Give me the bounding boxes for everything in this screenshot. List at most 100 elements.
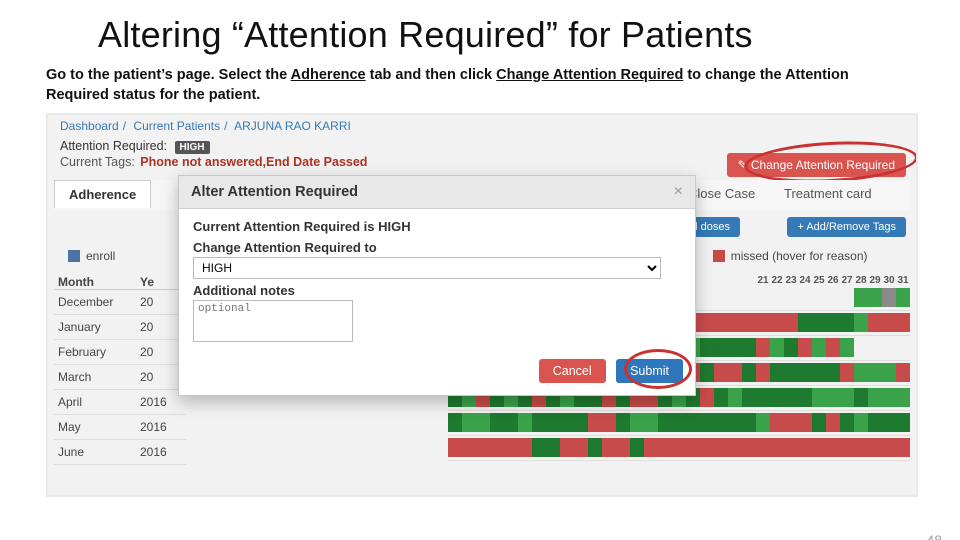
modal-title: Alter Attention Required xyxy=(191,184,358,200)
calendar-cell xyxy=(728,363,742,382)
calendar-cell xyxy=(602,438,616,457)
notes-textarea[interactable] xyxy=(193,300,353,342)
calendar-cell xyxy=(826,388,840,407)
calendar-cell xyxy=(714,313,728,332)
breadcrumb-item[interactable]: Current Patients xyxy=(133,119,220,133)
calendar-cell xyxy=(812,413,826,432)
calendar-cell xyxy=(714,438,728,457)
calendar-cell xyxy=(756,388,770,407)
calendar-cell xyxy=(742,388,756,407)
calendar-cell xyxy=(728,413,742,432)
tab-treatment-card[interactable]: Treatment card xyxy=(770,180,886,207)
calendar-cell xyxy=(756,413,770,432)
modal-change-label: Change Attention Required to xyxy=(193,240,681,255)
calendar-cell xyxy=(812,288,826,307)
calendar-cell xyxy=(798,313,812,332)
calendar-cell xyxy=(770,338,784,357)
calendar-cell xyxy=(854,363,868,382)
calendar-cell xyxy=(770,388,784,407)
calendar-cell xyxy=(672,438,686,457)
calendar-cell xyxy=(868,413,882,432)
calendar-cell xyxy=(658,413,672,432)
modal-body: Current Attention Required is HIGH Chang… xyxy=(179,209,695,351)
calendar-cell xyxy=(882,338,896,357)
calendar-cell xyxy=(868,388,882,407)
calendar-cell xyxy=(826,338,840,357)
alter-attention-modal: Alter Attention Required × Current Atten… xyxy=(178,175,696,396)
calendar-cell xyxy=(490,438,504,457)
breadcrumb: Dashboard/ Current Patients/ ARJUNA RAO … xyxy=(60,119,351,133)
calendar-cell xyxy=(686,413,700,432)
status-badge: HIGH xyxy=(175,141,210,154)
submit-button[interactable]: Submit xyxy=(616,359,683,383)
instr-link-change: Change Attention Required xyxy=(496,67,683,83)
calendar-cell xyxy=(462,413,476,432)
calendar-cell xyxy=(476,413,490,432)
calendar-cell xyxy=(854,388,868,407)
modal-footer: Cancel Submit xyxy=(179,351,695,395)
cancel-button[interactable]: Cancel xyxy=(539,359,606,383)
close-icon[interactable]: × xyxy=(674,183,683,201)
calendar-cell xyxy=(588,438,602,457)
current-tags: Current Tags: Phone not answered,End Dat… xyxy=(60,155,367,169)
calendar-cell xyxy=(840,413,854,432)
calendar-cell xyxy=(798,413,812,432)
calendar-cell xyxy=(714,338,728,357)
legend-swatch-missed xyxy=(713,250,725,262)
add-remove-tags-button[interactable]: + Add/Remove Tags xyxy=(787,217,906,237)
calendar-cell xyxy=(756,288,770,307)
calendar-cell xyxy=(798,363,812,382)
calendar-cell xyxy=(770,438,784,457)
calendar-cell xyxy=(756,438,770,457)
calendar-cell xyxy=(546,438,560,457)
calendar-cell xyxy=(658,438,672,457)
status-label: Attention Required: xyxy=(60,139,167,153)
calendar-cell xyxy=(532,438,546,457)
calendar-cell xyxy=(504,438,518,457)
legend-swatch-enroll xyxy=(68,250,80,262)
tags-label: Current Tags: xyxy=(60,155,135,169)
calendar-cell xyxy=(798,288,812,307)
calendar-cell xyxy=(840,338,854,357)
calendar-cell xyxy=(616,438,630,457)
calendar-cell xyxy=(700,288,714,307)
attention-select[interactable]: HIGH xyxy=(193,257,661,279)
calendar-cell xyxy=(840,388,854,407)
breadcrumb-item[interactable]: ARJUNA RAO KARRI xyxy=(234,119,351,133)
calendar-cell xyxy=(868,338,882,357)
calendar-cell xyxy=(532,413,546,432)
calendar-cell xyxy=(742,288,756,307)
calendar-cell xyxy=(826,438,840,457)
calendar-cell xyxy=(728,338,742,357)
calendar-cell xyxy=(868,438,882,457)
calendar-cell xyxy=(882,413,896,432)
change-attention-button[interactable]: ✎ Change Attention Required xyxy=(727,153,907,177)
modal-header: Alter Attention Required × xyxy=(179,176,695,209)
calendar-cell xyxy=(756,313,770,332)
calendar-cell xyxy=(756,338,770,357)
table-row: December20 xyxy=(54,290,186,315)
calendar-cell xyxy=(602,413,616,432)
table-row: March20 xyxy=(54,365,186,390)
calendar-cell xyxy=(742,438,756,457)
plus-icon: + xyxy=(797,221,806,233)
breadcrumb-item[interactable]: Dashboard xyxy=(60,119,119,133)
instr-link-adherence: Adherence xyxy=(291,67,366,83)
calendar-cell xyxy=(448,413,462,432)
button-label: Change Attention Required xyxy=(751,158,895,172)
calendar-cell xyxy=(714,388,728,407)
calendar-cell xyxy=(896,438,910,457)
calendar-cell xyxy=(714,288,728,307)
legend-label: enroll xyxy=(86,249,115,263)
col-month: Month xyxy=(54,275,140,289)
calendar-cell xyxy=(840,313,854,332)
calendar-cell xyxy=(896,413,910,432)
calendar-cell xyxy=(742,338,756,357)
calendar-cell xyxy=(700,313,714,332)
pencil-icon: ✎ xyxy=(738,158,751,172)
calendar-cell xyxy=(784,288,798,307)
calendar-cell xyxy=(812,363,826,382)
table-row: January20 xyxy=(54,315,186,340)
calendar-row xyxy=(448,436,910,461)
tab-adherence[interactable]: Adherence xyxy=(54,180,151,208)
